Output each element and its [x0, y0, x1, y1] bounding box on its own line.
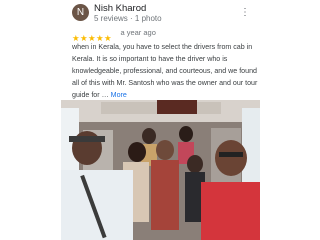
review-date: a year ago: [120, 28, 156, 37]
review-text: when in Kerala, you have to select the d…: [72, 43, 258, 99]
reviewer-avatar[interactable]: N: [72, 4, 89, 21]
rating-row: ★★★★★ a year ago: [72, 28, 156, 43]
reviewer-name[interactable]: Nish Kharod: [94, 3, 146, 14]
reviewer-meta: 5 reviews · 1 photo: [94, 14, 162, 23]
review-text-block: when in Kerala, you have to select the d…: [72, 41, 258, 101]
more-link[interactable]: More: [111, 91, 127, 99]
more-vertical-icon[interactable]: ⋮: [240, 7, 250, 19]
group-photo-image: [61, 100, 260, 240]
review-photo[interactable]: [61, 100, 260, 240]
